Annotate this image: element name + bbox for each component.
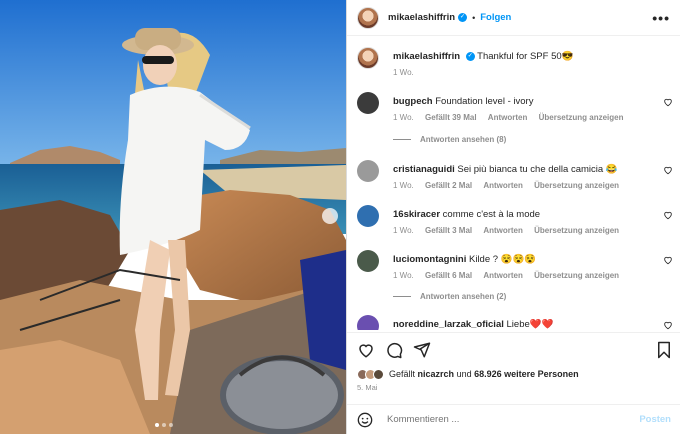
view-replies-button[interactable]: Antworten ansehen (8) [393, 135, 506, 144]
comment-heart-icon[interactable] [663, 165, 673, 175]
comment-message: Foundation level - ivory [435, 96, 534, 107]
post-header: mikaelashiffrin ✓ • Folgen ••• [347, 0, 680, 36]
comment-heart-icon[interactable] [663, 320, 673, 330]
caption-message: Thankful for SPF 50😎 [477, 51, 574, 62]
comment-username[interactable]: noreddine_larzak_oficial [393, 319, 504, 330]
reply-button[interactable]: Antworten [483, 181, 523, 190]
next-image-button[interactable] [322, 208, 338, 224]
verified-icon: ✓ [458, 13, 468, 22]
post-comment-button[interactable]: Posten [639, 414, 671, 425]
comment-text: noreddine_larzak_oficial Liebe❤️❤️ [393, 319, 663, 330]
liker-avatar [373, 368, 384, 380]
comment-avatar[interactable] [357, 92, 379, 114]
replies-line [393, 296, 411, 298]
likes-conjunction: und [456, 369, 472, 379]
translate-button[interactable]: Übersetzung anzeigen [534, 271, 619, 280]
verified-icon: ✓ [465, 51, 475, 61]
comment-avatar[interactable] [357, 205, 379, 227]
reply-button[interactable]: Antworten [483, 226, 523, 235]
post-photo[interactable] [0, 0, 346, 434]
comment-time: 1 Wo. [393, 181, 414, 190]
likes-text: Gefällt nicazrch und 68.926 weitere Pers… [389, 369, 579, 379]
comment-meta: 1 Wo. Gefällt 3 Mal Antworten Übersetzun… [393, 226, 628, 235]
caption-time: 1 Wo. [393, 68, 414, 77]
heart-icon[interactable] [357, 341, 375, 359]
comment-likes[interactable]: Gefällt 2 Mal [425, 181, 472, 190]
comment-likes[interactable]: Gefällt 3 Mal [425, 226, 472, 235]
comment-heart-icon[interactable] [663, 210, 673, 220]
comment-avatar[interactable] [357, 315, 379, 330]
comment-username[interactable]: luciomontagnini [393, 254, 466, 265]
instagram-post-view: mikaelashiffrin ✓ • Folgen ••• mikaelash… [0, 0, 680, 434]
comment-message: Sei più bianca tu che della camicia 😂 [457, 164, 618, 175]
reply-button[interactable]: Antworten [488, 113, 528, 122]
comment-input[interactable] [387, 414, 640, 425]
translate-button[interactable]: Übersetzung anzeigen [534, 181, 619, 190]
caption-username[interactable]: mikaelashiffrin [393, 51, 460, 62]
view-replies-button[interactable]: Antworten ansehen (2) [393, 292, 506, 301]
comment-time: 1 Wo. [393, 271, 414, 280]
share-icon[interactable] [413, 341, 431, 359]
action-bar [347, 332, 680, 366]
comment-icon[interactable] [385, 341, 403, 359]
comment-heart-icon[interactable] [663, 97, 673, 107]
post-side-panel: mikaelashiffrin ✓ • Folgen ••• mikaelash… [346, 0, 680, 434]
comment-avatar[interactable] [357, 250, 379, 272]
likes-count[interactable]: 68.926 weitere Personen [474, 369, 579, 379]
caption-meta: 1 Wo. [393, 68, 423, 77]
comment-text: luciomontagnini Kilde ? 😵😵😵 [393, 254, 663, 266]
translate-button[interactable]: Übersetzung anzeigen [534, 226, 619, 235]
likes-summary: Gefällt nicazrch und 68.926 weitere Pers… [357, 367, 677, 381]
comment-avatar[interactable] [357, 160, 379, 182]
more-options-icon[interactable]: ••• [652, 10, 670, 26]
comment-meta: 1 Wo. Gefällt 39 Mal Antworten Übersetzu… [393, 113, 633, 122]
photo-image [0, 0, 346, 434]
comment-message: Kilde ? 😵😵😵 [469, 254, 537, 265]
view-replies-label: Antworten ansehen (8) [420, 135, 507, 144]
caption-text: mikaelashiffrin ✓ Thankful for SPF 50😎 [393, 51, 663, 63]
liker-username[interactable]: nicazrch [418, 369, 455, 379]
comment-meta: 1 Wo. Gefällt 6 Mal Antworten Übersetzun… [393, 271, 628, 280]
reply-button[interactable]: Antworten [483, 271, 523, 280]
add-comment-bar: Posten [347, 404, 680, 434]
comment-heart-icon[interactable] [663, 255, 673, 265]
likes-prefix: Gefällt [389, 369, 416, 379]
translate-button[interactable]: Übersetzung anzeigen [539, 113, 624, 122]
comment-meta: 1 Wo. Gefällt 2 Mal Antworten Übersetzun… [393, 181, 628, 190]
comment-text: cristianaguidi Sei più bianca tu che del… [393, 164, 663, 176]
smiley-icon[interactable] [357, 412, 373, 428]
comment-username[interactable]: 16skiracer [393, 209, 440, 220]
comment-message: Liebe❤️❤️ [506, 319, 554, 330]
author-avatar[interactable] [357, 6, 379, 29]
comment-text: 16skiracer comme c'est à la mode [393, 209, 663, 221]
follow-button[interactable]: Folgen [480, 12, 511, 23]
comment-message: comme c'est à la mode [442, 209, 541, 220]
comment-list[interactable]: mikaelashiffrin ✓ Thankful for SPF 50😎 1… [347, 37, 680, 330]
comment-likes[interactable]: Gefällt 39 Mal [425, 113, 477, 122]
author-username[interactable]: mikaelashiffrin [388, 12, 455, 23]
comment-username[interactable]: bugpech [393, 96, 433, 107]
comment-time: 1 Wo. [393, 113, 414, 122]
post-date[interactable]: 5. Mai [357, 383, 377, 392]
carousel-dots [155, 423, 173, 427]
view-replies-label: Antworten ansehen (2) [420, 292, 507, 301]
comment-text: bugpech Foundation level - ivory [393, 96, 663, 108]
bookmark-icon[interactable] [655, 341, 673, 359]
separator-dot: • [472, 12, 476, 23]
comment-username[interactable]: cristianaguidi [393, 164, 455, 175]
comment-time: 1 Wo. [393, 226, 414, 235]
replies-line [393, 139, 411, 141]
comment-likes[interactable]: Gefällt 6 Mal [425, 271, 472, 280]
caption-avatar[interactable] [357, 47, 379, 69]
